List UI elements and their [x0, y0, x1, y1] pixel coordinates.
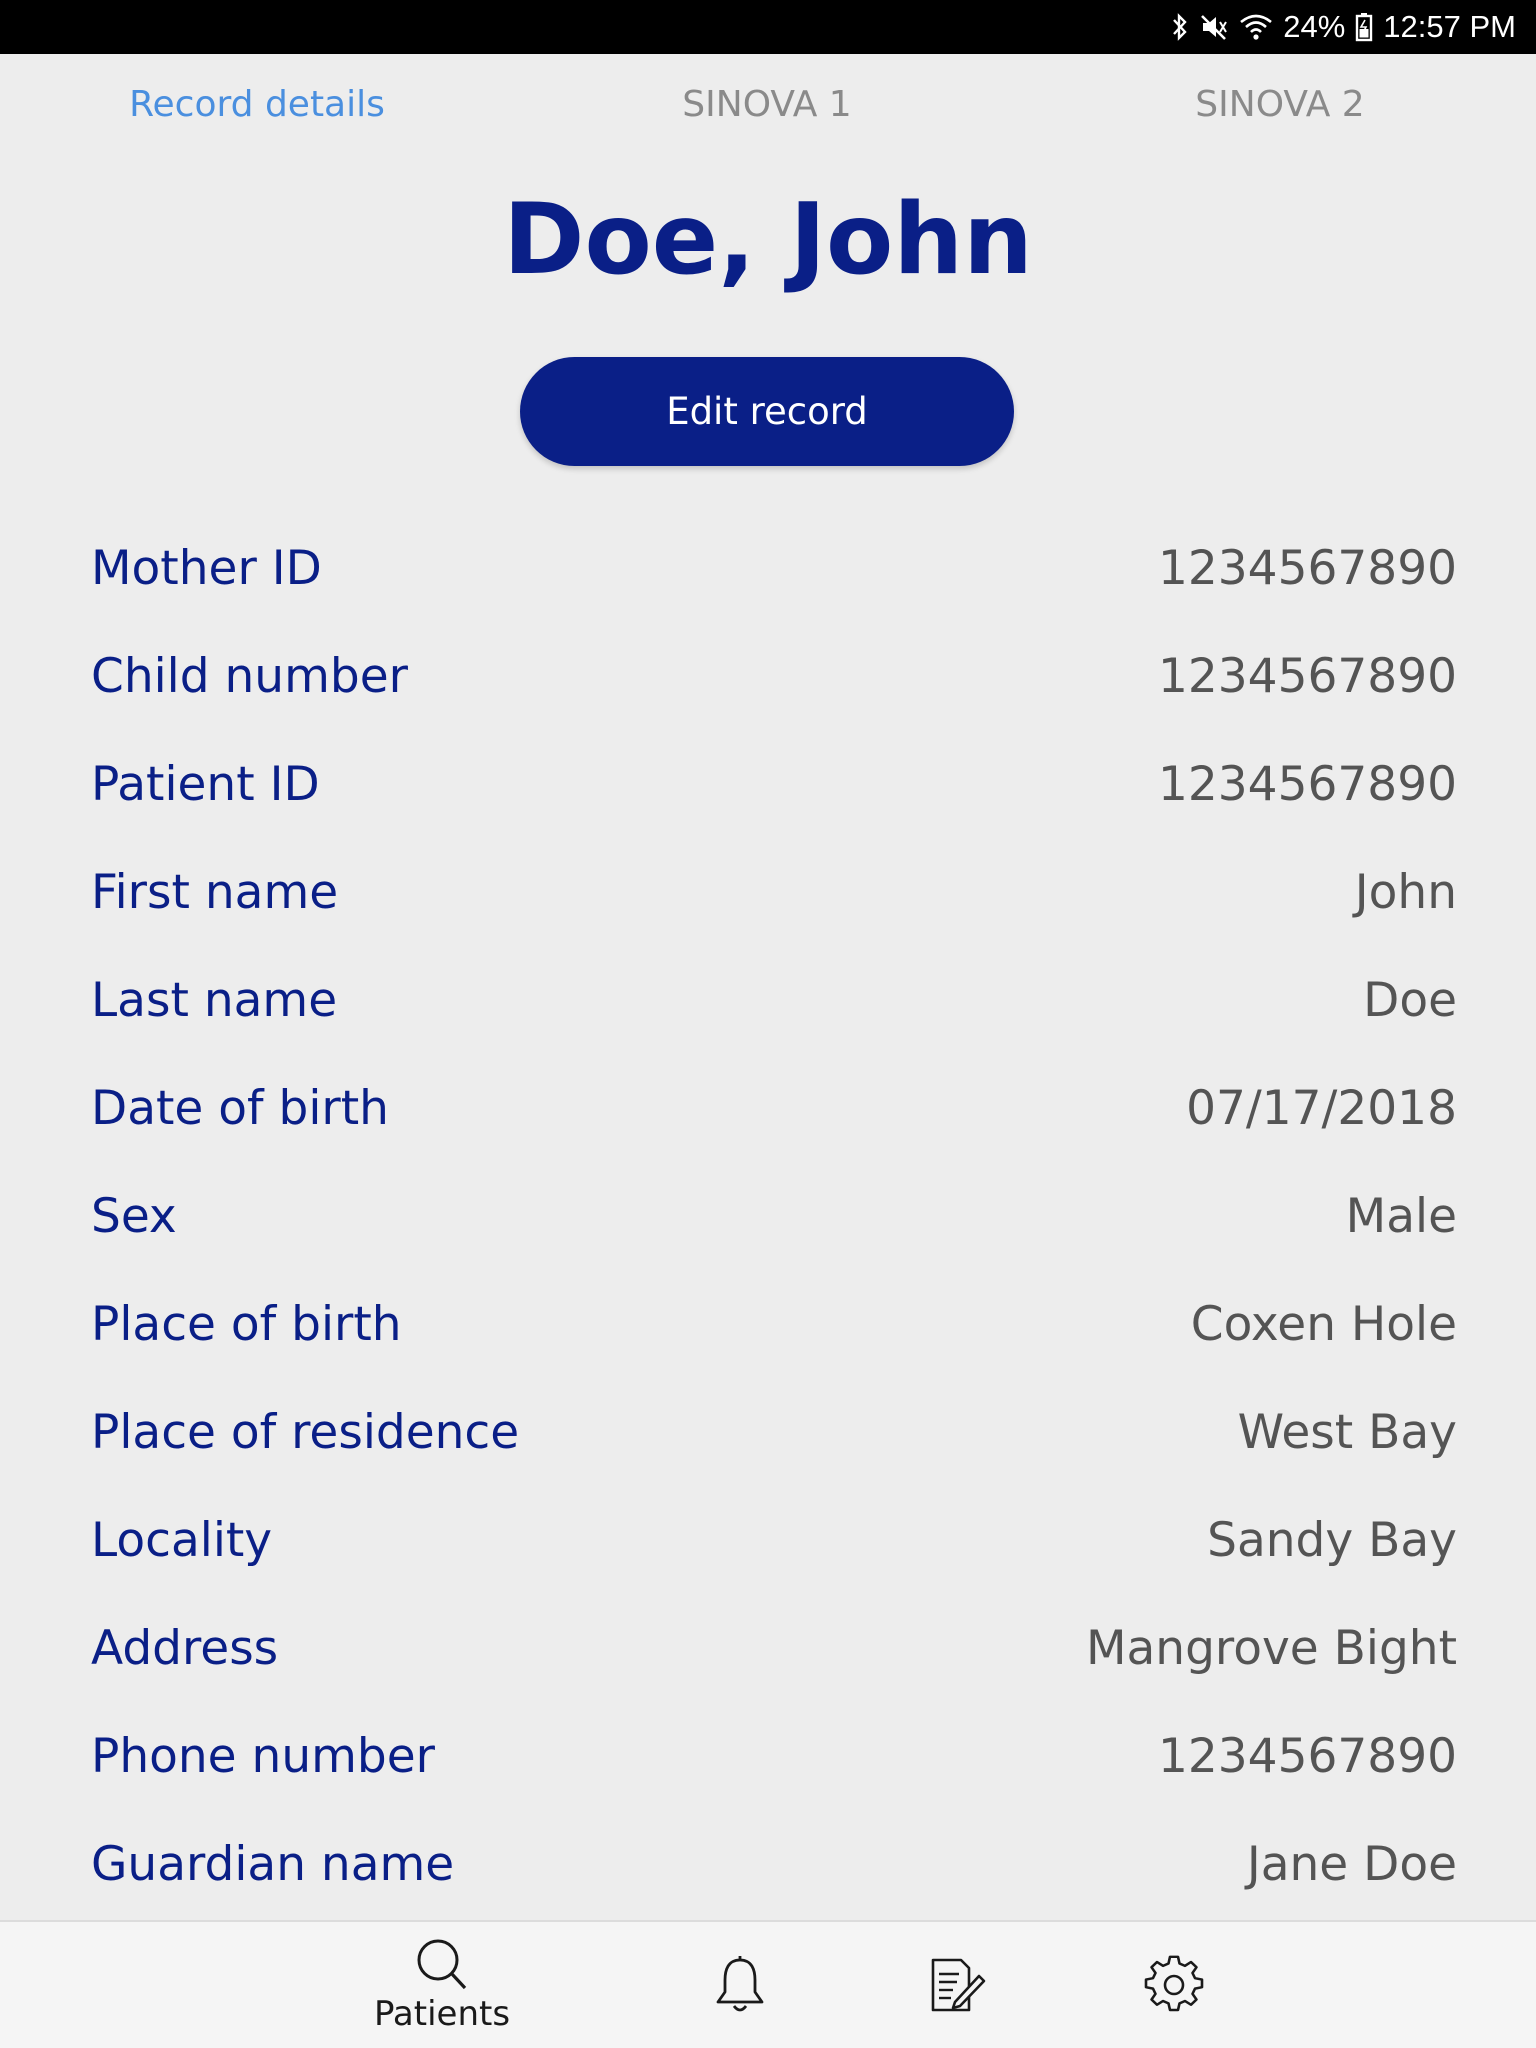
detail-value: 1234567890: [1157, 1728, 1457, 1784]
detail-value: Male: [1345, 1188, 1457, 1244]
nav-records[interactable]: [916, 1922, 996, 2048]
search-icon: [412, 1936, 472, 1992]
detail-value: Sandy Bay: [1207, 1512, 1457, 1568]
bottom-nav: Patients: [0, 1920, 1536, 2048]
detail-row-mother-id: Mother ID 1234567890: [91, 514, 1457, 622]
tab-record-details[interactable]: Record details: [129, 84, 385, 125]
tab-sinova-2[interactable]: SINOVA 2: [1195, 84, 1364, 125]
detail-row-sex: Sex Male: [91, 1162, 1457, 1270]
detail-value: Mangrove Bight: [1085, 1620, 1457, 1676]
detail-value: 1234567890: [1157, 648, 1457, 704]
detail-row-place-of-birth: Place of birth Coxen Hole: [91, 1270, 1457, 1378]
detail-row-last-name: Last name Doe: [91, 946, 1457, 1054]
detail-label: Patient ID: [91, 756, 320, 812]
record-details-list: Mother ID 1234567890 Child number 123456…: [91, 514, 1457, 1918]
nav-patients-label: Patients: [373, 1994, 511, 2034]
detail-row-patient-id: Patient ID 1234567890: [91, 730, 1457, 838]
battery-percent: 24%: [1283, 9, 1346, 44]
detail-label: Address: [91, 1620, 279, 1676]
page-title: Doe, John: [503, 183, 1033, 297]
detail-label: Place of birth: [91, 1296, 402, 1352]
detail-value: 1234567890: [1157, 540, 1457, 596]
detail-value: West Bay: [1237, 1404, 1457, 1460]
detail-value: Doe: [1363, 972, 1457, 1028]
nav-settings[interactable]: [1134, 1922, 1214, 2048]
detail-value: Jane Doe: [1246, 1836, 1457, 1892]
mute-icon: [1199, 12, 1229, 42]
detail-label: First name: [91, 864, 339, 920]
detail-value: Coxen Hole: [1190, 1296, 1457, 1352]
tab-bar: Record details SINOVA 1 SINOVA 2: [0, 54, 1536, 164]
detail-label: Mother ID: [91, 540, 322, 596]
detail-label: Phone number: [91, 1728, 435, 1784]
nav-patients[interactable]: Patients: [362, 1922, 522, 2048]
bell-icon: [710, 1954, 770, 2016]
detail-value: 07/17/2018: [1186, 1080, 1457, 1136]
tab-sinova-1[interactable]: SINOVA 1: [682, 84, 851, 125]
detail-row-locality: Locality Sandy Bay: [91, 1486, 1457, 1594]
clock: 12:57 PM: [1383, 9, 1516, 44]
battery-icon: [1355, 12, 1373, 42]
wifi-icon: [1239, 12, 1273, 42]
detail-value: 1234567890: [1157, 756, 1457, 812]
detail-row-date-of-birth: Date of birth 07/17/2018: [91, 1054, 1457, 1162]
detail-value: John: [1354, 864, 1457, 920]
detail-label: Date of birth: [91, 1080, 389, 1136]
detail-row-child-number: Child number 1234567890: [91, 622, 1457, 730]
detail-row-first-name: First name John: [91, 838, 1457, 946]
bluetooth-icon: [1171, 12, 1189, 42]
nav-notifications[interactable]: [700, 1922, 780, 2048]
detail-label: Guardian name: [91, 1836, 455, 1892]
gear-icon: [1144, 1955, 1204, 2015]
detail-label: Place of residence: [91, 1404, 520, 1460]
detail-row-guardian-name: Guardian name Jane Doe: [91, 1810, 1457, 1918]
detail-label: Locality: [91, 1512, 273, 1568]
detail-label: Sex: [91, 1188, 177, 1244]
status-bar: 24% 12:57 PM: [0, 0, 1536, 54]
detail-row-place-of-residence: Place of residence West Bay: [91, 1378, 1457, 1486]
detail-row-address: Address Mangrove Bight: [91, 1594, 1457, 1702]
detail-row-phone-number: Phone number 1234567890: [91, 1702, 1457, 1810]
edit-record-button[interactable]: Edit record: [520, 357, 1014, 466]
notes-icon: [925, 1954, 987, 2016]
detail-label: Child number: [91, 648, 408, 704]
detail-label: Last name: [91, 972, 338, 1028]
